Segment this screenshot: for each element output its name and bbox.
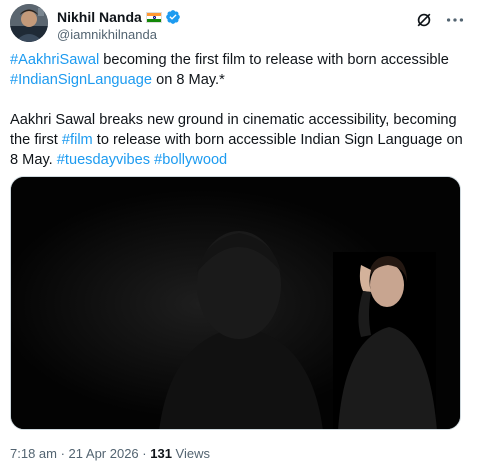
grok-icon[interactable] [414,10,434,30]
tweet-date[interactable]: 21 Apr 2026 [69,446,139,461]
meta-separator: · [138,446,151,461]
author-handle[interactable]: @iamnikhilnanda [57,27,181,42]
author-display-name[interactable]: Nikhil Nanda [57,9,142,25]
tweet-text: #AakhriSawal becoming the first film to … [10,50,466,170]
india-flag-icon [145,11,162,23]
video-frame [11,177,460,429]
tweet-header: Nikhil Nanda @iamnikhilnanda [10,4,470,44]
video-player[interactable] [10,176,461,430]
tweet-time[interactable]: 7:18 am [10,446,57,461]
tweet-paragraph-1: #AakhriSawal becoming the first film to … [10,50,466,90]
tweet-paragraph-2: Aakhri Sawal breaks new ground in cinema… [10,110,466,170]
meta-separator: · [56,446,69,461]
views-label: Views [171,446,210,461]
hashtag-bollywood[interactable]: #bollywood [154,152,227,168]
views-count: 131 [150,446,172,461]
avatar[interactable] [10,4,48,42]
tweet-text-segment: on 8 May.* [152,72,225,88]
tweet-text-segment: becoming the first film to release with … [99,52,449,68]
more-options-icon[interactable] [444,9,466,31]
hashtag-aakhrisawal[interactable]: #AakhriSawal [10,52,99,68]
verified-badge-icon [165,10,180,24]
hashtag-tuesdayvibes[interactable]: #tuesdayvibes [57,152,150,168]
hashtag-indiansignlanguage[interactable]: #IndianSignLanguage [10,72,152,88]
hashtag-film[interactable]: #film [62,132,93,148]
tweet-meta: 7:18 am · 21 Apr 2026 · 131 Views [10,446,210,461]
